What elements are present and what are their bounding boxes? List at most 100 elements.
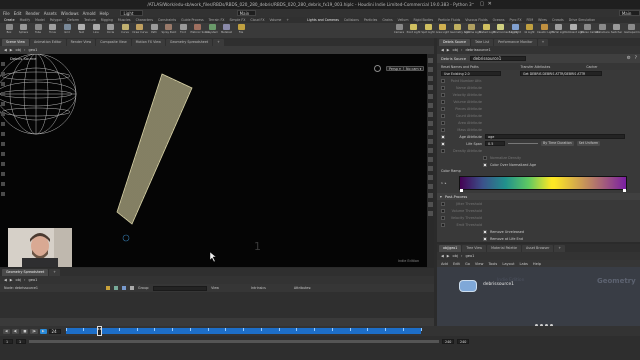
step-back-icon[interactable]: ◀|: [11, 328, 20, 334]
params-add-tab-icon[interactable]: +: [537, 38, 549, 46]
network-menu-go[interactable]: Go: [465, 262, 470, 266]
stop-icon[interactable]: ■: [21, 328, 29, 334]
tab-animation-editor[interactable]: Animation Editor: [29, 38, 66, 46]
display-option-button[interactable]: [428, 211, 433, 216]
display-option-button[interactable]: [428, 175, 433, 180]
network-menu-add[interactable]: Add: [441, 262, 448, 266]
name-attribute-checkbox[interactable]: [441, 85, 445, 90]
menu-edit[interactable]: Edit: [14, 11, 22, 16]
shelf-tab-viscous-fluids[interactable]: Viscous Fluids: [465, 18, 487, 22]
shelf-environment-light-tool[interactable]: Environment Light: [494, 24, 517, 37]
shelf-volume-light-tool[interactable]: Volume Light: [465, 24, 481, 37]
jitter-threshold-checkbox[interactable]: [441, 201, 445, 206]
display-option-button[interactable]: [428, 148, 433, 153]
params-back-icon[interactable]: ◀: [441, 48, 444, 52]
range-end-field-2[interactable]: 240: [457, 338, 469, 344]
network-forward-icon[interactable]: ▶: [447, 254, 450, 258]
tab-material-palette[interactable]: Material Palette: [487, 244, 521, 252]
volume-threshold-checkbox[interactable]: [441, 208, 445, 213]
viewport-tool-button[interactable]: [1, 82, 5, 86]
shelf-tab-guide-process[interactable]: Guide Process: [181, 18, 203, 22]
tab-asset-browser[interactable]: Asset Browser: [522, 244, 554, 252]
mass-attribute-checkbox[interactable]: [441, 127, 445, 132]
tab-geo-spreadsheet[interactable]: Geometry Spreadsheet: [2, 268, 49, 276]
view-mode-dropdown[interactable]: Main: [618, 10, 640, 16]
main-dropdown[interactable]: Main: [236, 10, 256, 16]
shelf-caustic-light-tool[interactable]: Caustic Light: [537, 24, 554, 37]
life-span-checkbox[interactable]: [441, 141, 445, 146]
shelf-gamepad-camera-tool[interactable]: Gamepad Camera: [624, 24, 640, 37]
life-span-slider[interactable]: [508, 143, 538, 144]
shelf-ambient-light-tool[interactable]: Ambient Light: [566, 24, 584, 37]
shelf-null-tool[interactable]: Null: [75, 24, 89, 37]
shelf-tube-tool[interactable]: Tube: [31, 24, 45, 37]
viewport-tool-button[interactable]: [1, 142, 5, 146]
network-menu-tools[interactable]: Tools: [488, 262, 497, 266]
display-option-button[interactable]: [428, 85, 433, 90]
shelf-tab-constraints[interactable]: Constraints: [158, 18, 176, 22]
network-menu-view[interactable]: View: [475, 262, 484, 266]
shelf-tab-vellum[interactable]: Vellum: [398, 18, 409, 22]
shelf-tab-texture[interactable]: Texture: [84, 18, 96, 22]
display-option-button[interactable]: [428, 157, 433, 162]
viewport-tool-button[interactable]: [1, 92, 5, 96]
display-option-button[interactable]: [428, 166, 433, 171]
display-option-button[interactable]: [428, 67, 433, 72]
normalize-density-checkbox[interactable]: [483, 155, 487, 160]
use-existing-dropdown[interactable]: Use Existing 2.0: [441, 71, 501, 76]
timeline-bar[interactable]: 24: [65, 326, 422, 336]
viewport-tool-button[interactable]: [1, 182, 5, 186]
network-menu-help[interactable]: Help: [533, 262, 541, 266]
viewport-tool-button[interactable]: [1, 192, 5, 196]
tab-take-list[interactable]: Take List: [471, 38, 494, 46]
ss-icon-a[interactable]: [106, 286, 111, 290]
ss-view-label[interactable]: View: [211, 286, 219, 290]
shelf-geometry-light-tool[interactable]: Geometry Light: [450, 24, 470, 37]
ss-group-field[interactable]: [153, 285, 208, 291]
shelf-switcher-tool[interactable]: Switcher: [610, 24, 624, 37]
velocity-attribute-checkbox[interactable]: [441, 92, 445, 97]
tab-motion-fx-view[interactable]: Motion FX View: [131, 38, 165, 46]
viewport-tool-button[interactable]: [1, 162, 5, 166]
post-process-section[interactable]: ▾ Post-Process: [437, 193, 640, 200]
shelf-tab-terrain-fx[interactable]: Terrain FX: [209, 18, 225, 22]
get-attr-dropdown[interactable]: Get DEBRIS DEBRIS ATTR/DEBRIS ATTR: [520, 71, 602, 76]
age-attribute-field[interactable]: age: [485, 134, 625, 139]
life-span-mode-dropdown[interactable]: By Time Duration: [541, 141, 574, 146]
shelf-torus-tool[interactable]: Torus: [46, 24, 60, 37]
network-path-geo1[interactable]: geo1: [465, 254, 474, 258]
network-back-icon[interactable]: ◀: [441, 254, 444, 258]
count-attribute-checkbox[interactable]: [441, 113, 445, 118]
params-forward-icon[interactable]: ▶: [447, 48, 450, 52]
params-path-obj[interactable]: obj: [453, 48, 458, 52]
density-attribute-checkbox[interactable]: [441, 148, 445, 153]
menu-windows[interactable]: Windows: [61, 11, 79, 16]
display-option-button[interactable]: [428, 112, 433, 117]
tab-geometry-spreadsheet[interactable]: Geometry Spreadsheet: [165, 38, 213, 46]
viewport-tool-button[interactable]: [1, 122, 5, 126]
viewport-tool-button[interactable]: [1, 172, 5, 176]
display-option-button[interactable]: [428, 103, 433, 108]
ss-path-obj[interactable]: obj: [16, 278, 21, 282]
ss-icon-d[interactable]: [130, 286, 135, 290]
menu-file[interactable]: File: [3, 11, 10, 16]
ss-path-geo1[interactable]: geo1: [28, 278, 37, 282]
display-option-button[interactable]: [428, 193, 433, 198]
ss-table-area[interactable]: [0, 292, 434, 318]
emit-threshold-checkbox[interactable]: [441, 222, 445, 227]
ramp-expand-icon[interactable]: ▸: [445, 181, 447, 185]
shelf-tab-particle-fluids[interactable]: Particle Fluids: [438, 18, 460, 22]
color-ramp-gradient[interactable]: [459, 176, 627, 192]
shelf-metaball-tool[interactable]: Metaball: [220, 24, 234, 37]
shelf-vr-camera-tool[interactable]: VR Camera: [595, 24, 610, 37]
forward-arrow-icon[interactable]: ▶: [10, 48, 13, 52]
shelf-camera-tool[interactable]: Camera: [392, 24, 406, 37]
ss-back-icon[interactable]: ◀: [4, 278, 7, 282]
shelf-tab-rigid-bodies[interactable]: Rigid Bodies: [413, 18, 433, 22]
maximize-icon[interactable]: ▢: [480, 2, 485, 7]
shelf-curve-tool[interactable]: Curve: [118, 24, 132, 37]
shelf-font-tool[interactable]: Font: [176, 24, 190, 37]
shelf-tab-model[interactable]: Model: [35, 18, 45, 22]
shelf-tab-muscles[interactable]: Muscles: [118, 18, 131, 22]
display-option-button[interactable]: [428, 76, 433, 81]
